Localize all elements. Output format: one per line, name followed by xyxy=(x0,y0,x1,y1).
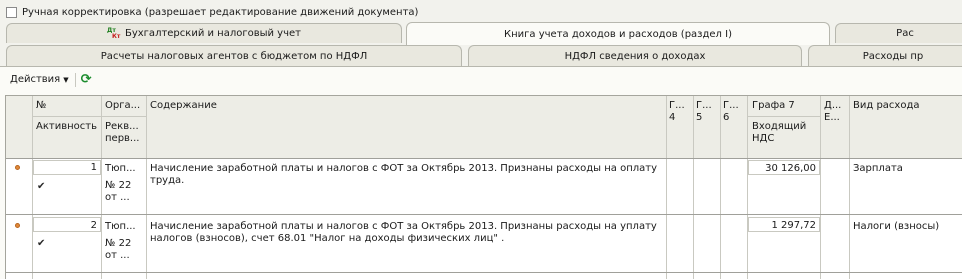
tab-expenses-row2-label: Расходы пр xyxy=(862,50,924,62)
header-expense-type[interactable]: Вид расхода xyxy=(853,100,920,112)
row-org: Тюп... xyxy=(105,163,136,174)
tab-ndfl-income-label: НДФЛ сведения о доходах xyxy=(564,50,706,62)
active-check-icon[interactable]: ✔ xyxy=(37,238,45,249)
header-de[interactable]: Д... Е... xyxy=(824,100,846,124)
toolbar: Действия ▼ ⟳ xyxy=(0,67,962,92)
dropdown-arrow-icon: ▼ xyxy=(63,75,69,84)
movements-table: № Активность Орга... Рекв... перв... Сод… xyxy=(5,95,962,279)
row-expense-type: Налоги (взносы) xyxy=(853,221,940,232)
row-expense-type: Зарплата xyxy=(853,163,903,174)
record-marker-icon xyxy=(15,165,20,170)
row-rekv-date: от ... xyxy=(105,250,130,261)
refresh-icon[interactable]: ⟳ xyxy=(81,73,92,86)
row-content: Начисление заработной платы и налогов с … xyxy=(150,163,658,186)
tab-ndfl-income[interactable]: НДФЛ сведения о доходах xyxy=(468,45,802,66)
tab-accounting[interactable]: Дт Кт Бухгалтерский и налоговый учет xyxy=(6,23,402,43)
tab-accounting-label: Бухгалтерский и налоговый учет xyxy=(124,28,301,39)
row-rekv-number: № 22 xyxy=(105,238,132,249)
row-org: Тюп... xyxy=(105,221,136,232)
tab-income-expense-book-label: Книга учета доходов и расходов (раздел I… xyxy=(504,28,732,40)
tab-expenses-row1-label: Рас xyxy=(896,28,914,39)
header-g7[interactable]: Графа 7 xyxy=(752,100,795,112)
header-org[interactable]: Орга... xyxy=(105,100,145,112)
tab-income-expense-book[interactable]: Книга учета доходов и расходов (раздел I… xyxy=(406,22,830,45)
row-content: Начисление заработной платы и налогов с … xyxy=(150,221,657,244)
header-vat[interactable]: Входящий НДС xyxy=(752,121,818,145)
header-activity[interactable]: Активность xyxy=(36,121,97,133)
row-g7: 30 126,00 xyxy=(765,163,816,174)
row-num: 1 xyxy=(90,162,97,173)
row-g7: 1 297,72 xyxy=(771,220,816,231)
row-num: 2 xyxy=(90,220,97,231)
tab-ndfl-agents-label: Расчеты налоговых агентов с бюджетом по … xyxy=(100,50,368,62)
toolbar-separator xyxy=(74,72,76,87)
manual-edit-label: Ручная корректировка (разрешает редактир… xyxy=(22,6,419,18)
actions-label: Действия xyxy=(10,74,61,85)
header-content[interactable]: Содержание xyxy=(150,100,217,112)
manual-edit-checkbox-row[interactable]: Ручная корректировка (разрешает редактир… xyxy=(6,4,418,20)
header-g4[interactable]: Г... 4 xyxy=(669,100,691,124)
header-g6[interactable]: Г... 6 xyxy=(723,100,745,124)
actions-menu-button[interactable]: Действия ▼ xyxy=(10,74,69,85)
header-g5[interactable]: Г... 5 xyxy=(696,100,718,124)
row-rekv-number: № 22 xyxy=(105,180,132,191)
manual-edit-checkbox[interactable] xyxy=(6,6,17,18)
tab-ndfl-agents[interactable]: Расчеты налоговых агентов с бюджетом по … xyxy=(6,45,462,66)
row-rekv-date: от ... xyxy=(105,192,130,203)
header-num[interactable]: № xyxy=(36,100,46,112)
tab-expenses-row2[interactable]: Расходы пр xyxy=(808,45,962,66)
tab-expenses-row1[interactable]: Рас xyxy=(835,23,962,43)
dt-kt-icon: Дт Кт xyxy=(106,26,121,40)
header-rekv[interactable]: Рекв... перв... xyxy=(105,121,145,145)
record-marker-icon xyxy=(15,223,20,228)
active-check-icon[interactable]: ✔ xyxy=(37,181,45,192)
